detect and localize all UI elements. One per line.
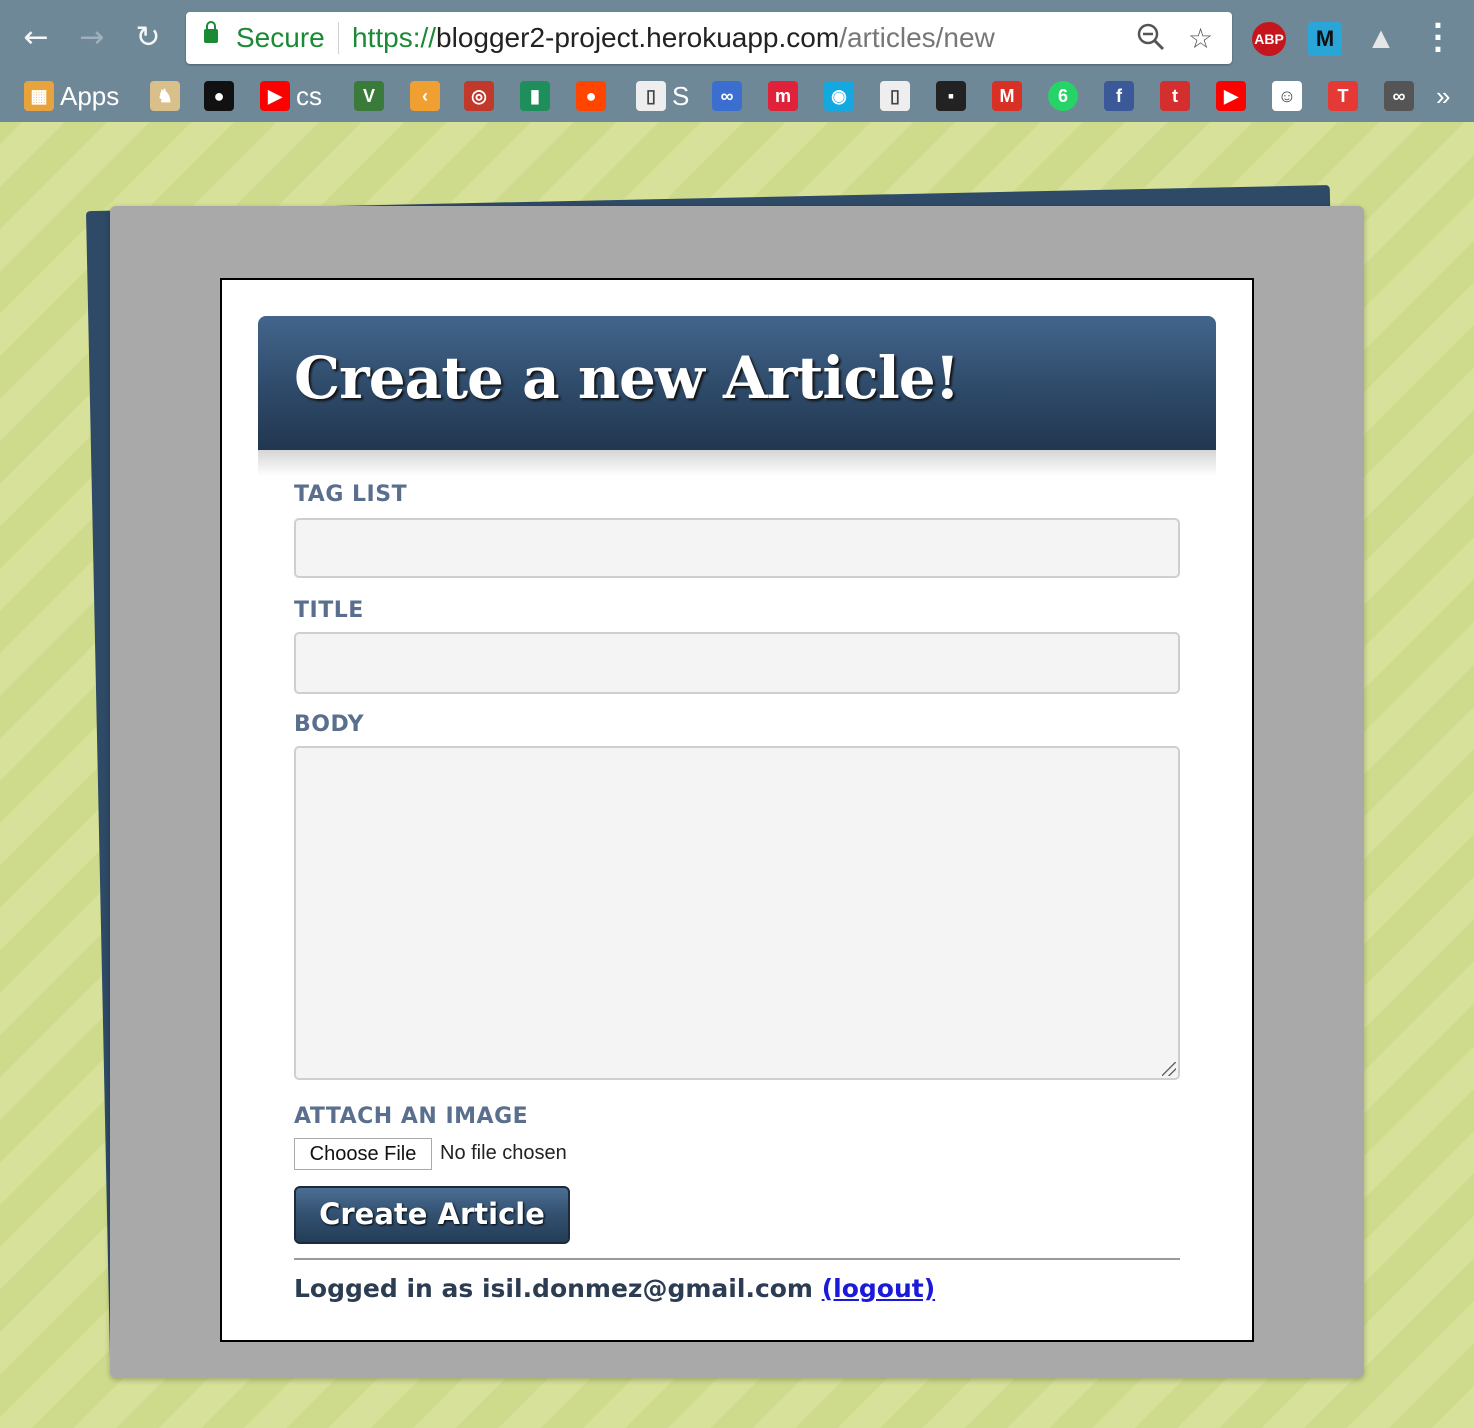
header-shadow [258, 450, 1216, 476]
footer-divider [294, 1258, 1180, 1260]
bookmark-item[interactable]: ▯ [880, 78, 910, 114]
bookmark-item[interactable]: ▶ [1216, 78, 1246, 114]
bookmarks-overflow-button[interactable]: » [1436, 78, 1450, 114]
browser-toolbar: ← → ↻ Secure https://blogger2-project.he… [0, 0, 1474, 122]
bookmark-item[interactable]: ● [576, 78, 606, 114]
facebook-icon: f [1104, 81, 1134, 111]
bookmark-item[interactable]: ☺ [1272, 78, 1302, 114]
logged-in-text: Logged in as isil.donmez@gmail.com [294, 1274, 813, 1303]
title-input[interactable] [294, 632, 1180, 694]
bookmark-label: cs [296, 80, 322, 111]
bbc-icon: ▪ [936, 81, 966, 111]
youtube-icon: ▶ [1216, 81, 1246, 111]
bookmark-item[interactable]: ‹ [410, 78, 440, 114]
back-arrow-icon[interactable]: ← [16, 18, 56, 58]
bookmark-item[interactable]: ∞ [1384, 78, 1414, 114]
bookmark-item[interactable]: ▮ [520, 78, 550, 114]
reload-icon[interactable]: ↻ [128, 18, 168, 58]
zoom-icon[interactable] [1136, 22, 1166, 59]
bookmark-item[interactable]: t [1160, 78, 1190, 114]
whatsapp-badge: 6 [1057, 86, 1068, 106]
url-host: blogger2-project.herokuapp.com [436, 22, 840, 53]
page-header: Create a new Article! [258, 316, 1216, 450]
tag-list-label: TAG LIST [294, 482, 408, 507]
form-panel: Create a new Article! TAG LIST TITLE BOD… [220, 278, 1254, 1342]
leetcode-icon: ‹ [410, 81, 440, 111]
bookmark-item[interactable]: M [992, 78, 1022, 114]
bookmark-label: Apps [60, 80, 120, 111]
infinity-icon: ∞ [1384, 81, 1414, 111]
bookmark-item[interactable]: ▶ cs [260, 78, 322, 114]
apps-grid-icon: ▦ [24, 81, 54, 111]
file-status: No file chosen [440, 1142, 567, 1164]
page-title: Create a new Article! [294, 344, 960, 412]
page-icon: ▯ [636, 81, 666, 111]
ring-icon: ◉ [824, 81, 854, 111]
address-separator [338, 22, 339, 54]
tag-list-input[interactable] [294, 518, 1180, 578]
body-label: BODY [294, 712, 365, 737]
bookmark-item[interactable]: m [768, 78, 798, 114]
bookmark-item[interactable]: ● [204, 78, 234, 114]
logout-link[interactable]: (logout) [822, 1274, 935, 1303]
bookmark-item[interactable]: T [1328, 78, 1358, 114]
bookmark-item[interactable]: ▪ [936, 78, 966, 114]
reddit-icon: ● [576, 81, 606, 111]
login-status: Logged in as isil.donmez@gmail.com (logo… [294, 1274, 935, 1303]
address-bar[interactable]: Secure https://blogger2-project.herokuap… [186, 12, 1232, 64]
bookmark-star-icon[interactable]: ☆ [1188, 22, 1213, 55]
secure-label: Secure [236, 22, 325, 53]
tumblr-icon: t [1160, 81, 1190, 111]
github-icon: ● [204, 81, 234, 111]
bookmark-item[interactable]: ♞ [150, 78, 180, 114]
infinity-icon: ∞ [712, 81, 742, 111]
whatsapp-icon: 6 [1048, 81, 1078, 111]
bookmark-item[interactable]: ◎ [464, 78, 494, 114]
bookmark-item[interactable]: ▯ S [636, 78, 689, 114]
viking-icon: ♞ [150, 81, 180, 111]
m-extension-icon[interactable]: M [1308, 22, 1342, 56]
url-text[interactable]: https://blogger2-project.herokuapp.com/a… [352, 22, 995, 54]
choose-file-button[interactable]: Choose File [294, 1138, 432, 1170]
bars-icon: ▮ [520, 81, 550, 111]
bookmark-item[interactable]: ▦ Apps [24, 78, 119, 114]
bookmark-label: S [672, 80, 690, 111]
forward-arrow-icon[interactable]: → [72, 18, 112, 58]
page-icon: ▯ [880, 81, 910, 111]
create-article-button[interactable]: Create Article [294, 1186, 570, 1244]
bookmarks-bar: ▦ Apps ♞ ● ▶ cs V ‹ ◎ ▮ ● ▯ S ∞ m ◉ ▯ ▪ M 6 f t ▶ ☺ T ∞» [0, 72, 1474, 120]
adblock-plus-icon[interactable]: ABP [1252, 22, 1286, 56]
body-textarea[interactable] [294, 746, 1180, 1080]
attach-image-label: ATTACH AN IMAGE [294, 1104, 529, 1129]
vim-icon: V [354, 81, 384, 111]
browser-menu-icon[interactable]: · · · [1426, 12, 1450, 64]
lock-icon [204, 21, 218, 43]
title-label: TITLE [294, 598, 364, 623]
bookmark-item[interactable]: V [354, 78, 384, 114]
youtube-icon: ▶ [260, 81, 290, 111]
google-drive-icon[interactable]: ▲ [1364, 22, 1398, 56]
url-path: /articles/new [839, 22, 995, 53]
url-scheme: https:// [352, 22, 437, 53]
gmail-icon: M [992, 81, 1022, 111]
m-icon: m [768, 81, 798, 111]
people-icon: ☺ [1272, 81, 1302, 111]
resize-grip-icon[interactable] [1162, 1062, 1176, 1076]
sololearn-icon: ◎ [464, 81, 494, 111]
bookmark-item[interactable]: f [1104, 78, 1134, 114]
bookmark-item[interactable]: ◉ [824, 78, 854, 114]
t-icon: T [1328, 81, 1358, 111]
bookmark-item[interactable]: ∞ [712, 78, 742, 114]
bookmark-item[interactable]: 6 [1048, 78, 1078, 114]
